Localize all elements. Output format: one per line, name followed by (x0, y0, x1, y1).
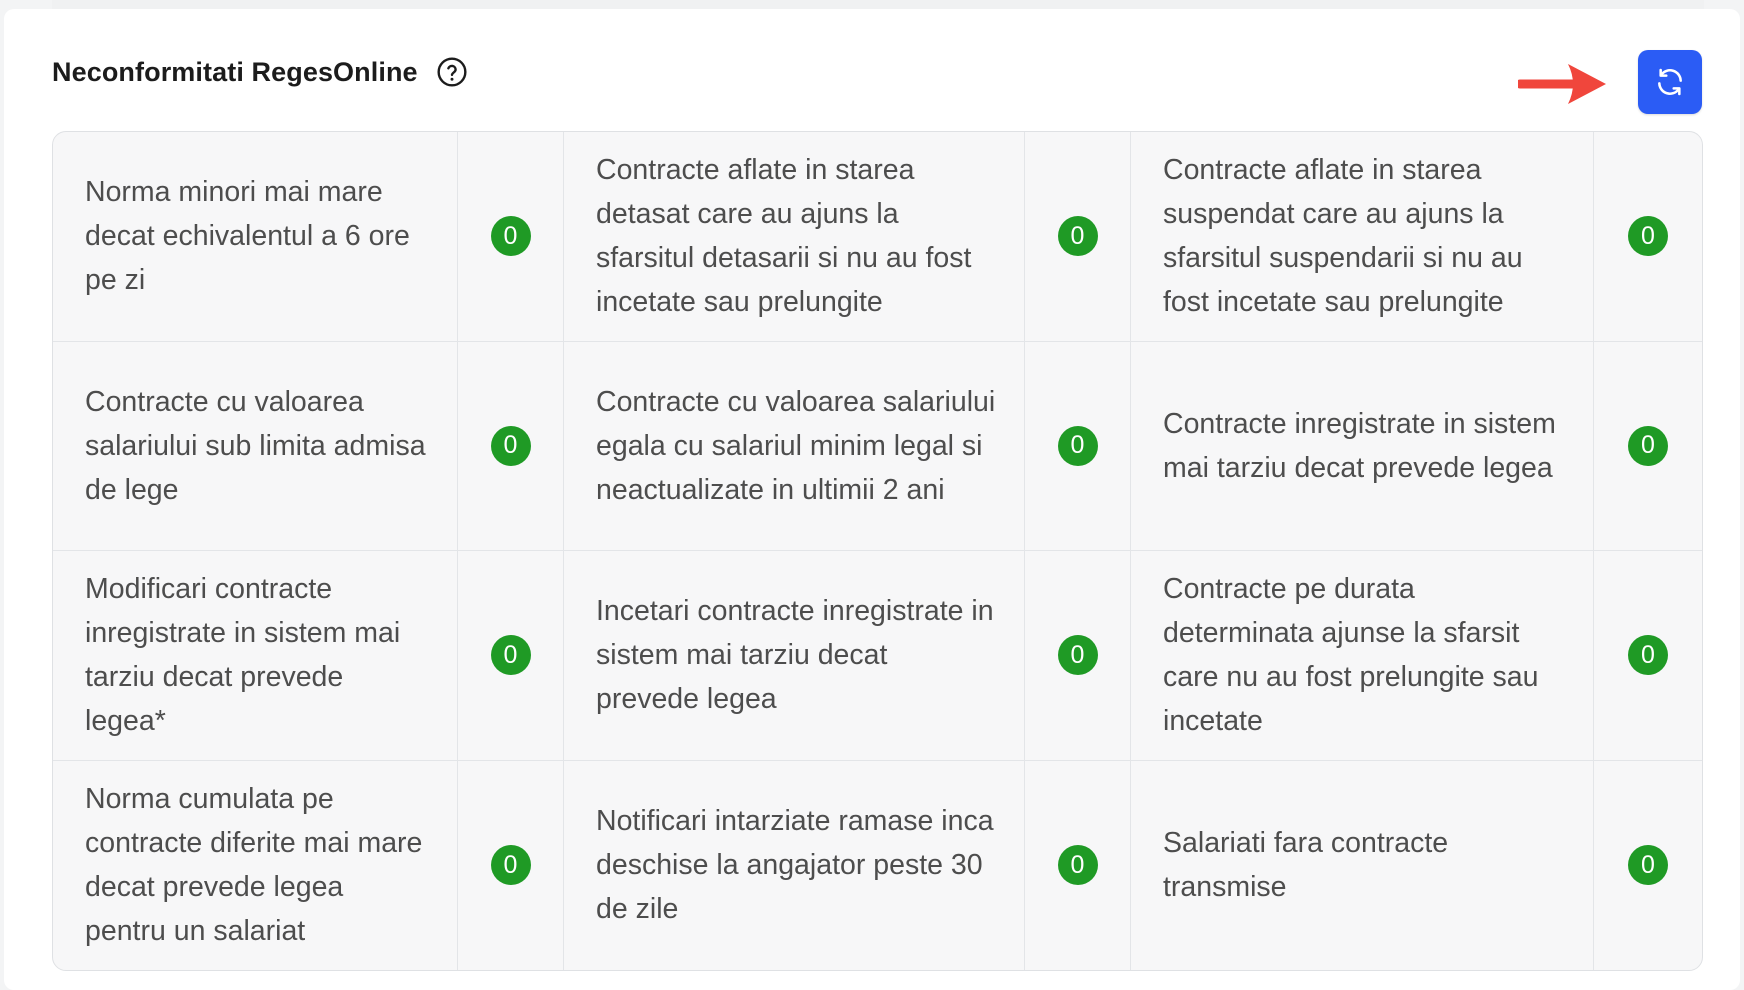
item-count-cell: 0 (458, 132, 564, 342)
item-label-cell: Contracte pe durata determinata ajunse l… (1131, 551, 1594, 761)
item-label: Contracte cu valoarea salariului egala c… (596, 385, 996, 506)
count-badge[interactable]: 0 (490, 425, 531, 466)
item-label: Contracte cu valoarea salariului sub lim… (85, 385, 426, 506)
item-label: Modificari contracte inregistrate in sis… (85, 573, 401, 738)
count-badge[interactable]: 0 (490, 845, 531, 886)
item-label-cell: Norma cumulata pe contracte diferite mai… (53, 760, 458, 970)
item-label: Contracte aflate in starea detasat care … (596, 154, 972, 319)
item-label: Incetari contracte inregistrate in siste… (596, 595, 994, 716)
item-label: Contracte pe durata determinata ajunse l… (1163, 573, 1539, 738)
item-label-cell: Notificari intarziate ramase inca deschi… (564, 760, 1025, 970)
refresh-button[interactable] (1638, 50, 1702, 114)
item-label-cell: Modificari contracte inregistrate in sis… (53, 551, 458, 761)
item-count-cell: 0 (1594, 761, 1702, 971)
count-badge[interactable]: 0 (1057, 216, 1098, 257)
item-label: Contracte inregistrate in sistem mai tar… (1163, 407, 1556, 484)
item-count-cell: 0 (1025, 341, 1131, 551)
item-label-cell: Contracte inregistrate in sistem mai tar… (1131, 341, 1594, 551)
count-badge[interactable]: 0 (1057, 425, 1098, 466)
item-count-cell: 0 (458, 341, 564, 551)
refresh-icon (1658, 68, 1682, 96)
item-label-cell: Incetari contracte inregistrate in siste… (564, 551, 1025, 761)
count-badge[interactable]: 0 (490, 216, 531, 257)
item-count-cell: 0 (1594, 551, 1702, 761)
item-label-cell: Salariati fara contracte transmise (1131, 760, 1594, 970)
item-label: Contracte aflate in starea suspendat car… (1163, 154, 1523, 319)
arrow-right-icon (1515, 60, 1610, 108)
item-count-cell: 0 (1025, 132, 1131, 342)
item-count-cell: 0 (458, 760, 564, 970)
item-label: Norma minori mai mare decat echivalentul… (85, 176, 410, 297)
item-count-cell: 0 (1025, 551, 1131, 761)
item-label-cell: Norma minori mai mare decat echivalentul… (53, 132, 458, 342)
item-label: Norma cumulata pe contracte diferite mai… (85, 783, 423, 948)
page-title: Neconformitati RegesOnline (52, 56, 418, 87)
item-count-cell: 0 (1594, 342, 1702, 551)
item-label: Notificari intarziate ramase inca deschi… (596, 805, 994, 926)
item-count-cell: 0 (1594, 132, 1702, 342)
item-label-cell: Contracte aflate in starea suspendat car… (1131, 132, 1594, 342)
count-badge[interactable]: 0 (1057, 845, 1098, 886)
item-label-cell: Contracte aflate in starea detasat care … (564, 132, 1025, 342)
item-count-cell: 0 (458, 551, 564, 761)
card-header: Neconformitati RegesOnline (52, 52, 468, 92)
item-label: Salariati fara contracte transmise (1163, 827, 1449, 904)
help-circle-icon[interactable] (436, 56, 468, 88)
item-label-cell: Contracte cu valoarea salariului egala c… (564, 341, 1025, 551)
count-badge[interactable]: 0 (1628, 425, 1668, 466)
count-badge[interactable]: 0 (1628, 635, 1668, 676)
count-badge[interactable]: 0 (490, 635, 531, 676)
item-count-cell: 0 (1025, 760, 1131, 970)
item-label-cell: Contracte cu valoarea salariului sub lim… (53, 341, 458, 551)
nonconformities-grid: Norma minori mai mare decat echivalentul… (52, 131, 1703, 971)
count-badge[interactable]: 0 (1057, 635, 1098, 676)
count-badge[interactable]: 0 (1628, 216, 1668, 257)
count-badge[interactable]: 0 (1628, 845, 1668, 886)
